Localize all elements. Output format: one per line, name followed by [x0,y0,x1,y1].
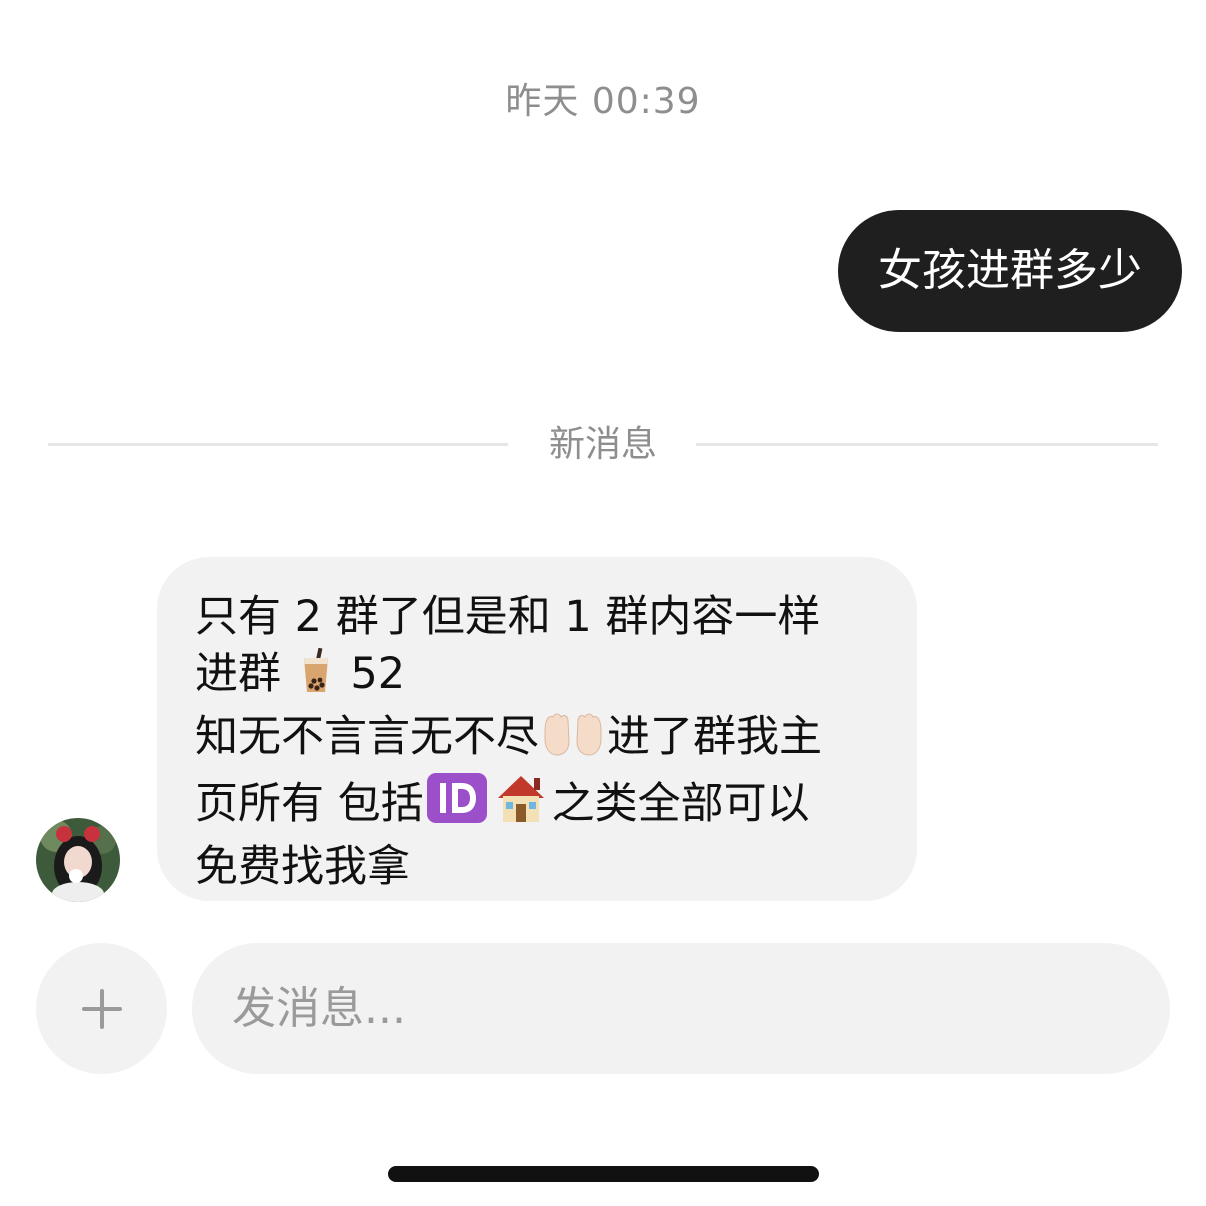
message-line: 免费找我拿 [195,842,410,892]
avatar[interactable] [36,818,120,902]
message-text: 之类全部可以 [551,779,810,829]
message-line: 知无不言言无不尽 进了群我主 [195,709,887,772]
home-indicator[interactable] [388,1166,819,1182]
add-attachment-button[interactable] [36,943,167,1074]
message-text: 52 [350,649,406,699]
message-text: 知无不言言无不尽 [195,712,539,762]
bubble-tea-icon [297,647,335,709]
divider-line-left [48,443,508,446]
incoming-message-bubble[interactable]: 只有 2 群了但是和 1 群内容一样 进群 52 知无不言言无不尽 进了群我主 [157,557,917,901]
new-messages-label: 新消息 [548,424,657,465]
message-timestamp: 昨天 00:39 [505,81,701,122]
outgoing-message-bubble[interactable]: 女孩进群多少 [838,210,1182,332]
message-input[interactable] [192,943,1170,1074]
message-line: 进群 52 [195,646,887,709]
house-icon [492,772,550,839]
message-line: 只有 2 群了但是和 1 群内容一样 [195,592,821,642]
new-messages-divider: 新消息 [48,420,1158,470]
id-icon [426,772,488,839]
message-text: 进群 [195,649,281,699]
divider-line-right [696,443,1158,446]
message-text: 页所有 包括 [195,779,424,829]
message-text: 进了群我主 [607,712,822,762]
palms-up-icon [541,711,605,772]
message-line: 页所有 包括 之类全部可以 [195,772,887,839]
